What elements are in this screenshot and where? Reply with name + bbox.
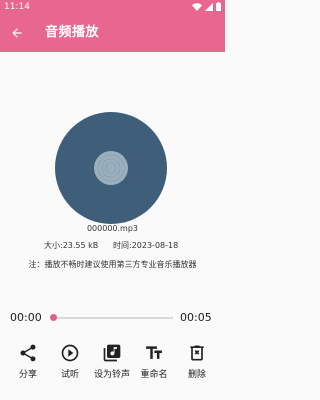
set-ringtone-button[interactable]: 设为铃声 — [88, 342, 136, 386]
set-ringtone-label: 设为铃声 — [93, 370, 130, 380]
status-bar: 11:14 — [0, 0, 225, 14]
preview-button[interactable]: 试听 — [46, 342, 94, 386]
total-time: 00:05 — [180, 311, 212, 324]
disc-artwork — [55, 112, 167, 224]
file-time: 时间:2023-08-18 — [113, 241, 179, 250]
wifi-icon — [192, 2, 202, 11]
preview-label: 试听 — [60, 370, 79, 380]
delete-label: 删除 — [187, 370, 206, 380]
page-title: 音频播放 — [45, 25, 100, 40]
arrow-back-icon — [12, 28, 22, 38]
file-size: 大小:23.55 kB — [44, 241, 99, 250]
status-time: 11:14 — [4, 2, 30, 12]
app-bar: 音频播放 — [0, 14, 225, 52]
text-fields-icon — [143, 342, 165, 364]
signal-icon — [205, 2, 213, 11]
progress-track[interactable] — [53, 317, 173, 319]
share-button[interactable]: 分享 — [4, 342, 52, 386]
progress-thumb[interactable] — [50, 314, 57, 321]
play-circle-icon — [59, 342, 81, 364]
share-icon — [17, 342, 39, 364]
file-name: 000000.mp3 — [86, 224, 139, 233]
delete-button[interactable]: 删除 — [173, 342, 221, 386]
current-time: 00:00 — [10, 311, 42, 324]
status-icons — [192, 2, 221, 11]
rename-label: 重命名 — [140, 370, 168, 380]
delete-icon — [186, 342, 208, 364]
playback-notice: 注：播放不畅时建议使用第三方专业音乐播放器 — [28, 260, 197, 269]
battery-icon — [216, 2, 221, 11]
rename-button[interactable]: 重命名 — [130, 342, 178, 386]
back-button[interactable] — [8, 24, 26, 42]
library-music-icon — [101, 342, 123, 364]
share-label: 分享 — [18, 370, 37, 380]
